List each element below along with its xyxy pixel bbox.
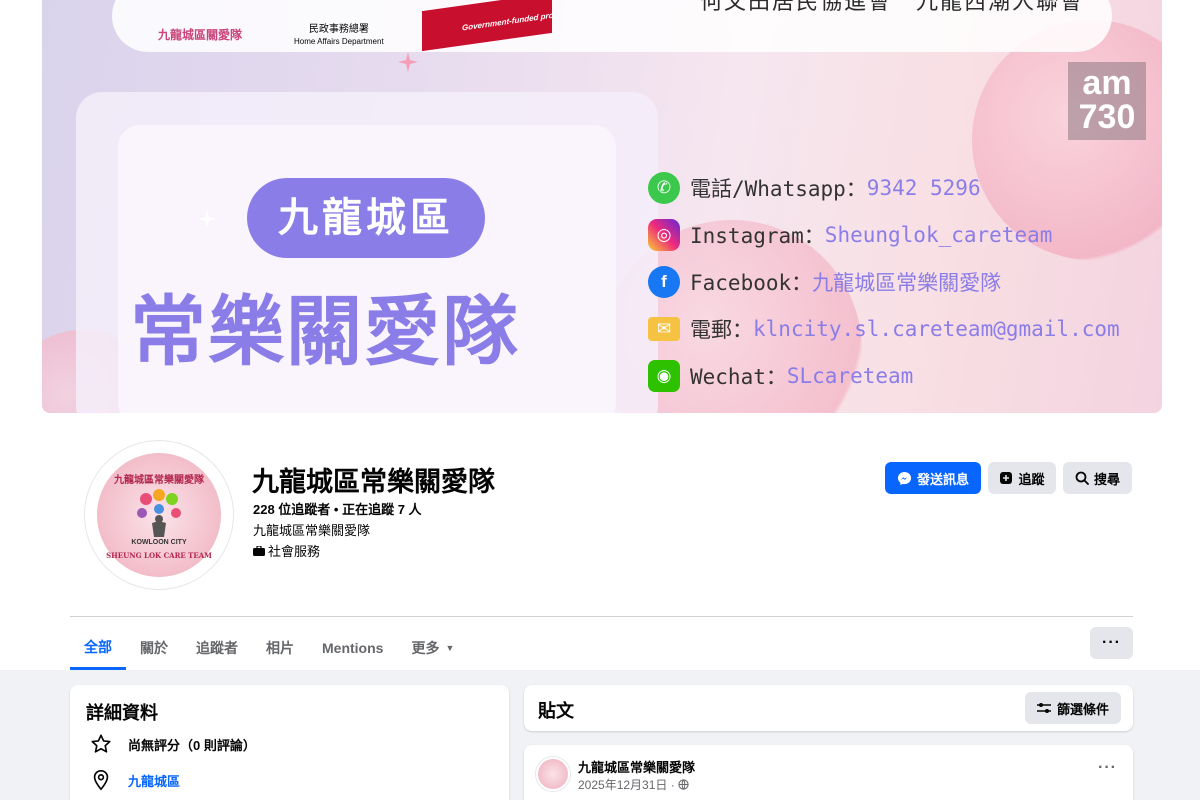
details-panel: 詳細資料 尚無評分（0 則評論） 九龍城區: [70, 685, 509, 800]
contact-value: SLcareteam: [786, 363, 914, 388]
organizer-names: 何文田居民協進會 九龍西潮人聯會: [700, 0, 1085, 15]
header-divider: [70, 616, 1133, 617]
send-message-button[interactable]: 發送訊息: [885, 462, 981, 494]
page-tabs: 全部 關於 追蹤者 相片 Mentions 更多 ▼: [70, 626, 468, 670]
sparkle-icon: [198, 210, 216, 228]
tab-label: Mentions: [322, 640, 384, 656]
contact-label: Wechat：: [690, 364, 787, 389]
briefcase-icon: [253, 545, 265, 556]
post-options-button[interactable]: ···: [1098, 759, 1117, 777]
send-message-label: 發送訊息: [916, 471, 969, 487]
instagram-icon: ◎: [648, 218, 680, 251]
contact-value: 九龍城區常樂關愛隊: [812, 270, 1002, 295]
location-row: 九龍城區: [90, 769, 180, 791]
contact-label: Instagram：: [690, 223, 825, 248]
posts-title: 貼文: [538, 701, 574, 721]
tab-all[interactable]: 全部: [70, 626, 126, 670]
tab-mentions[interactable]: Mentions: [308, 626, 397, 670]
follow-icon: [1000, 472, 1013, 484]
tab-label: 關於: [140, 640, 168, 656]
contact-row-instagram: ◎ Instagram： Sheunglok_careteam: [648, 211, 1120, 258]
follow-label: 追蹤: [1018, 471, 1045, 487]
post-date-text: 2025年12月31日 ·: [578, 778, 675, 792]
search-button[interactable]: 搜尋: [1063, 462, 1132, 494]
location-pin-icon: [93, 770, 109, 791]
contact-value: 9342 5296: [866, 175, 981, 200]
district-pill: 九龍城區: [247, 178, 485, 258]
tree-hearts-icon: [137, 489, 181, 537]
partner-logo-bar: 九龍城區關愛隊 民政事務總署 Home Affairs Department G…: [112, 0, 1112, 52]
page-subtitle: 九龍城區常樂關愛隊: [253, 523, 371, 538]
contact-row-wechat: ◉ Wechat： SLcareteam: [648, 352, 1120, 399]
contact-row-email: ✉ 電郵： klncity.sl.careteam@gmail.com: [648, 305, 1120, 352]
star-icon: [91, 734, 111, 753]
tab-label: 相片: [266, 640, 294, 656]
facebook-icon: f: [648, 265, 680, 298]
rating-text: 尚無評分（0 則評論）: [128, 737, 256, 753]
tab-label: 追蹤者: [196, 640, 238, 656]
email-icon: ✉: [648, 316, 680, 341]
post-card: 九龍城區常樂關愛隊 2025年12月31日 · ···: [524, 745, 1133, 800]
contact-row-facebook: f Facebook： 九龍城區常樂關愛隊: [648, 258, 1120, 305]
filter-label: 篩選條件: [1056, 701, 1109, 717]
home-affairs-en: Home Affairs Department: [294, 37, 384, 46]
details-title: 詳細資料: [86, 703, 158, 723]
search-icon: [1075, 471, 1089, 485]
contact-value: klncity.sl.careteam@gmail.com: [753, 316, 1120, 341]
whatsapp-icon: ✆: [648, 171, 680, 204]
profile-avatar[interactable]: 九龍城區常樂關愛隊 KOWLOON CITY SHEUNG LOK CARE T…: [84, 440, 234, 590]
contact-label: 電郵：: [690, 317, 753, 342]
avatar-logo: 九龍城區常樂關愛隊 KOWLOON CITY SHEUNG LOK CARE T…: [97, 453, 221, 577]
globe-icon: [678, 779, 689, 790]
tab-more[interactable]: 更多 ▼: [397, 626, 468, 670]
cover-team-title: 常樂關愛隊: [130, 287, 520, 376]
more-options-button[interactable]: ···: [1090, 627, 1133, 659]
posts-header-panel: 貼文 篩選條件: [524, 685, 1133, 731]
post-author-avatar[interactable]: [536, 757, 570, 791]
caret-down-icon: ▼: [445, 643, 455, 653]
page-category: 社會服務: [253, 541, 320, 560]
tab-photos[interactable]: 相片: [252, 626, 308, 670]
wechat-icon: ◉: [648, 359, 680, 392]
tab-label: 全部: [84, 638, 112, 655]
contact-label: 電話/Whatsapp：: [690, 176, 867, 201]
am730-watermark: am 730: [1068, 62, 1146, 140]
home-affairs-cn: 民政事務總署: [308, 24, 369, 35]
post-date[interactable]: 2025年12月31日 ·: [578, 776, 689, 793]
watermark-bottom: 730: [1078, 98, 1136, 136]
contact-list: ✆ 電話/Whatsapp： 9342 5296 ◎ Instagram： Sh…: [648, 164, 1120, 399]
tab-label: 更多: [411, 640, 440, 656]
watermark-top: am: [1082, 64, 1132, 102]
follow-button[interactable]: 追蹤: [988, 462, 1056, 494]
tab-followers[interactable]: 追蹤者: [182, 626, 252, 670]
filter-button[interactable]: 篩選條件: [1024, 692, 1121, 724]
page-title: 九龍城區常樂關愛隊: [252, 467, 495, 497]
messenger-icon: [897, 471, 912, 485]
contact-label: Facebook：: [690, 270, 813, 295]
avatar-logo-text-mid: KOWLOON CITY: [131, 539, 187, 546]
location-link[interactable]: 九龍城區: [128, 771, 180, 790]
rating-row: 尚無評分（0 則評論）: [90, 733, 256, 755]
filter-icon: [1036, 703, 1051, 713]
search-label: 搜尋: [1093, 471, 1120, 487]
category-label: 社會服務: [268, 544, 321, 559]
care-team-logo-text: 九龍城區關愛隊: [158, 28, 243, 42]
sparkle-icon: [398, 52, 418, 72]
contact-value: Sheunglok_careteam: [824, 222, 1053, 247]
gov-funded-text: Government-funded programme: [462, 6, 552, 33]
home-affairs-logo: 民政事務總署 Home Affairs Department: [294, 24, 384, 48]
contact-row-whatsapp: ✆ 電話/Whatsapp： 9342 5296: [648, 164, 1120, 211]
follower-count[interactable]: 228 位追蹤者 • 正在追蹤 7 人: [253, 499, 422, 518]
avatar-logo-text-bottom: SHEUNG LOK CARE TEAM: [106, 551, 212, 560]
cover-photo[interactable]: 九龍城區關愛隊 民政事務總署 Home Affairs Department G…: [42, 0, 1162, 413]
post-author-name[interactable]: 九龍城區常樂關愛隊: [578, 757, 695, 776]
tab-about[interactable]: 關於: [126, 626, 182, 670]
avatar-logo-text-top: 九龍城區常樂關愛隊: [114, 475, 204, 486]
gov-funded-logo: Government-funded programme: [422, 0, 552, 52]
care-team-logo: 九龍城區關愛隊: [158, 26, 242, 43]
